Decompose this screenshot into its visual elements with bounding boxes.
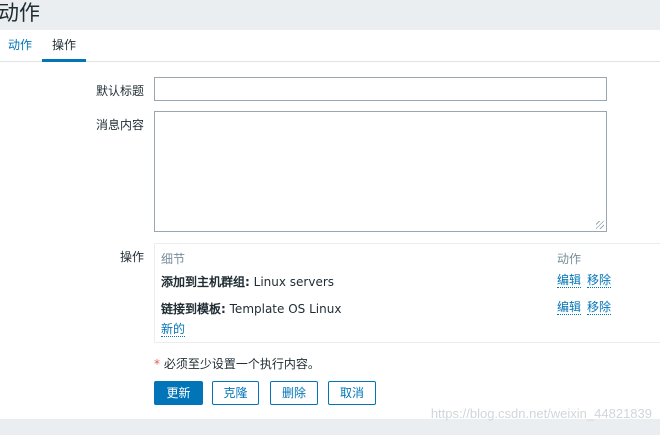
column-header-action: 动作: [557, 252, 582, 266]
watermark: https://blog.csdn.net/weixin_44821839: [430, 406, 652, 421]
remove-link[interactable]: 移除: [587, 300, 612, 315]
operation-type: 添加到主机群组:: [161, 275, 250, 289]
cancel-button[interactable]: 取消: [328, 381, 376, 405]
page-header: 动作: [0, 0, 660, 30]
operation-value: Linux servers: [253, 275, 335, 289]
tab-operations[interactable]: 操作: [42, 31, 87, 62]
required-note: * 必须至少设置一个执行内容。: [154, 355, 320, 372]
operations-table: 细节 动作 添加到主机群组: Linux servers 编辑 移除 链接到模板…: [154, 243, 660, 343]
column-header-details: 细节: [161, 252, 186, 266]
operation-type: 链接到模板:: [161, 302, 226, 316]
default-subject-input[interactable]: [154, 77, 607, 101]
tab-action[interactable]: 动作: [0, 31, 42, 59]
default-subject-label: 默认标题: [95, 84, 144, 98]
table-row: 添加到主机群组: Linux servers: [161, 273, 334, 290]
required-note-text: 必须至少设置一个执行内容。: [163, 357, 320, 371]
remove-link[interactable]: 移除: [587, 273, 612, 288]
delete-button[interactable]: 删除: [270, 381, 318, 405]
operation-value: Template OS Linux: [229, 302, 342, 316]
footer-bar: [0, 419, 660, 435]
required-star: *: [154, 357, 160, 371]
edit-link[interactable]: 编辑: [557, 273, 582, 288]
update-button[interactable]: 更新: [154, 381, 203, 405]
message-label: 消息内容: [95, 118, 144, 132]
table-row: 链接到模板: Template OS Linux: [161, 300, 341, 317]
resize-handle[interactable]: [596, 221, 604, 229]
edit-link[interactable]: 编辑: [557, 300, 582, 315]
clone-button[interactable]: 克隆: [212, 381, 259, 405]
message-textarea[interactable]: [154, 111, 607, 232]
new-operation-link[interactable]: 新的: [161, 322, 186, 337]
page-title: 动作: [0, 1, 40, 25]
operations-label: 操作: [119, 250, 144, 264]
tab-bar: 动作 操作: [0, 31, 660, 62]
